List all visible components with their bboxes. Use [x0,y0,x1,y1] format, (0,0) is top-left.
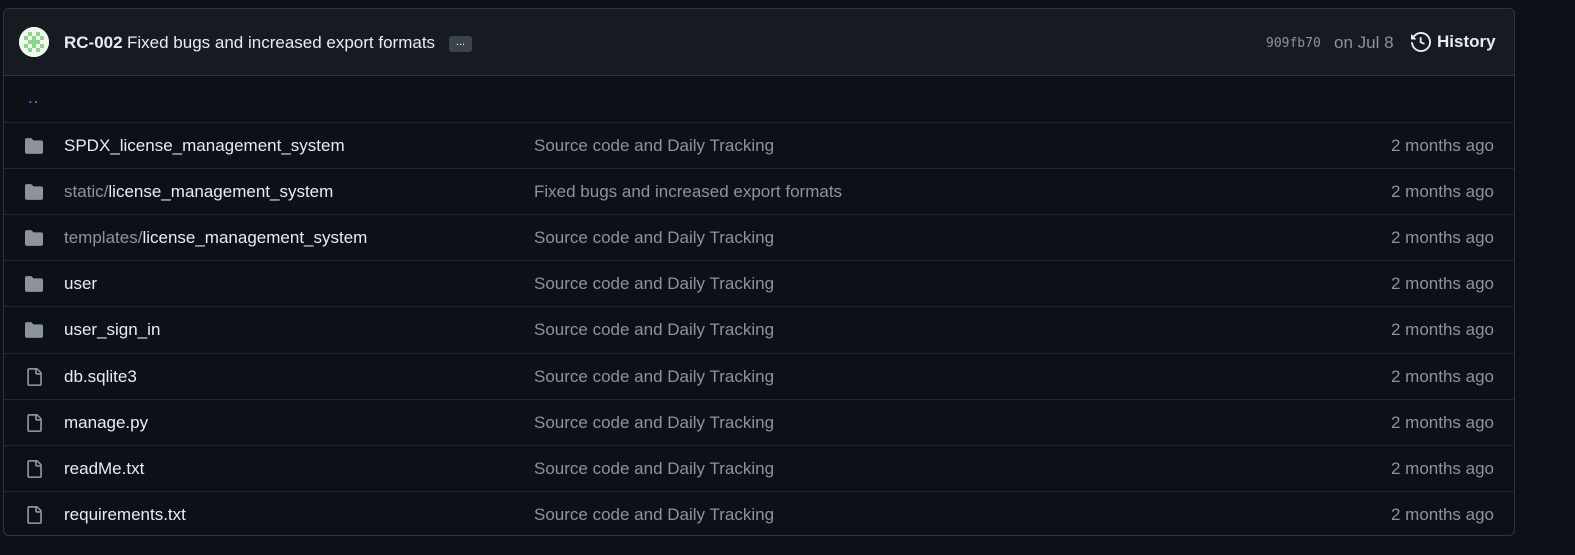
file-commit-message-link[interactable]: Source code and Daily Tracking [534,274,774,294]
file-row[interactable]: readMe.txt Source code and Daily Tracking… [4,444,1514,491]
file-name-link[interactable]: SPDX_license_management_system [64,136,345,156]
file-name: license_management_system [108,182,334,202]
file-row[interactable]: static/license_management_system Fixed bu… [4,168,1514,214]
history-label: History [1437,32,1496,51]
file-row[interactable]: manage.py Source code and Daily Tracking 2… [4,398,1514,445]
file-name-link[interactable]: templates/license_management_system [64,228,367,248]
file-name-link[interactable]: static/license_management_system [64,182,333,202]
parent-directory-row[interactable]: .. [4,76,1514,122]
file-row[interactable]: templates/license_management_system Sourc… [4,214,1514,260]
history-icon [1411,32,1431,52]
file-name-link[interactable]: requirements.txt [64,505,186,525]
file-commit-message-link[interactable]: Source code and Daily Tracking [534,228,774,248]
file-icon [24,413,44,432]
identicon-icon [19,27,49,57]
file-name-link[interactable]: db.sqlite3 [64,367,137,387]
file-name: requirements.txt [64,504,186,524]
file-row[interactable]: requirements.txt Source code and Daily Tr… [4,490,1514,535]
file-name: readMe.txt [64,458,145,478]
file-name-link[interactable]: readMe.txt [64,459,144,479]
file-row[interactable]: user Source code and Daily Tracking 2 mont… [4,260,1514,306]
file-commit-age: 2 months ago [1390,458,1494,478]
folder-icon [24,275,44,293]
expand-commit-button[interactable]: ... [449,36,472,52]
file-name: user [64,274,98,294]
avatar[interactable] [19,27,49,57]
file-commit-age: 2 months ago [1390,136,1494,155]
folder-icon [24,137,44,155]
file-name: user_sign_in [64,320,161,340]
file-commit-message-link[interactable]: Source code and Daily Tracking [534,413,774,433]
file-name-link[interactable]: user_sign_in [64,320,160,340]
file-commit-message-link[interactable]: Source code and Daily Tracking [534,367,774,387]
folder-icon [24,229,44,247]
folder-icon [24,183,44,201]
file-name: manage.py [64,412,149,432]
folder-icon [24,321,44,339]
path-prefix: static/ [64,182,109,202]
parent-directory-link[interactable]: .. [28,88,39,108]
file-commit-age: 2 months ago [1390,228,1494,248]
file-commit-age: 2 months ago [1390,182,1494,202]
commit-author-link[interactable]: RC-002 [64,33,123,53]
file-commit-age: 2 months ago [1390,366,1494,386]
file-browser: RC-002 Fixed bugs and increased export f… [3,8,1515,536]
commit-date: on Jul 8 [1334,33,1394,52]
path-prefix: templates/ [64,228,143,248]
file-row[interactable]: db.sqlite3 Source code and Daily Tracking… [4,352,1514,399]
latest-commit-bar: RC-002 Fixed bugs and increased export f… [4,9,1514,76]
file-icon [24,367,44,386]
file-name-link[interactable]: user [64,274,97,294]
file-name: db.sqlite3 [64,366,137,386]
commit-sha-link[interactable]: 909fb70 [1266,36,1321,51]
file-name-link[interactable]: manage.py [64,413,148,433]
file-commit-age: 2 months ago [1390,274,1494,294]
history-button[interactable]: History [1411,31,1496,53]
file-name: SPDX_license_management_system [64,136,345,155]
file-icon [24,459,44,478]
file-row[interactable]: user_sign_in Source code and Daily Tracki… [4,306,1514,352]
file-commit-message-link[interactable]: Source code and Daily Tracking [534,136,774,156]
file-commit-age: 2 months ago [1390,412,1494,432]
file-commit-message-link[interactable]: Fixed bugs and increased export formats [534,182,842,202]
commit-message-link[interactable]: Fixed bugs and increased export formats [127,33,435,53]
file-commit-age: 2 months ago [1390,504,1494,524]
file-commit-message-link[interactable]: Source code and Daily Tracking [534,320,774,340]
file-commit-message-link[interactable]: Source code and Daily Tracking [534,505,774,525]
file-icon [24,505,44,524]
file-commit-age: 2 months ago [1390,320,1494,340]
file-name: license_management_system [142,228,368,248]
file-commit-message-link[interactable]: Source code and Daily Tracking [534,459,774,479]
file-row[interactable]: SPDX_license_management_system Source cod… [4,122,1514,168]
